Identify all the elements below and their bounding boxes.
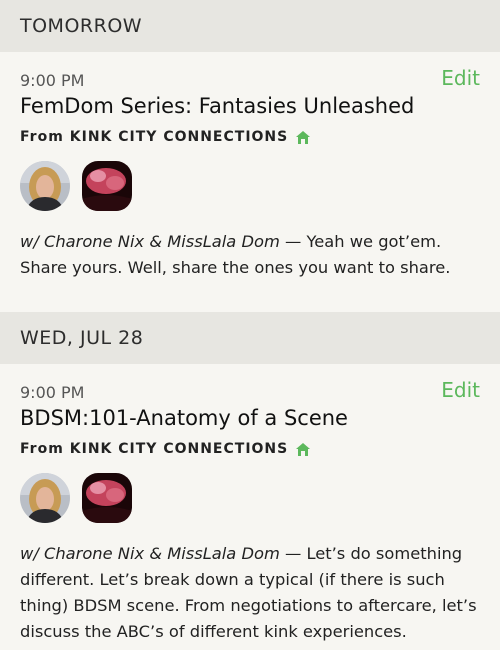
event-card[interactable]: 9:00 PM Edit FemDom Series: Fantasies Un… [0,52,500,312]
house-icon [296,442,311,456]
event-title[interactable]: FemDom Series: Fantasies Unleashed [20,94,480,118]
section-header-date: WED, JUL 28 [0,312,500,364]
event-hosts: w/ Charone Nix & MissLala Dom [20,232,280,251]
event-description: w/ Charone Nix & MissLala Dom — Yeah we … [20,229,480,281]
edit-button[interactable]: Edit [441,66,480,90]
event-organizer[interactable]: From KINK CITY CONNECTIONS [20,129,480,145]
event-hosts: w/ Charone Nix & MissLala Dom [20,544,280,563]
event-card[interactable]: 9:00 PM Edit BDSM:101-Anatomy of a Scene… [0,364,500,645]
section-header-tomorrow: TOMORROW [0,0,500,52]
organizer-name[interactable]: KINK CITY CONNECTIONS [70,441,288,457]
event-time: 9:00 PM [20,383,85,402]
avatar-charone-nix[interactable] [20,473,70,523]
from-label: From [20,441,64,457]
avatar-charone-nix[interactable] [20,161,70,211]
event-title[interactable]: BDSM:101-Anatomy of a Scene [20,406,480,430]
organizer-name[interactable]: KINK CITY CONNECTIONS [70,129,288,145]
from-label: From [20,129,64,145]
avatar-misslala-dom[interactable] [82,473,132,523]
event-time: 9:00 PM [20,71,85,90]
avatar-misslala-dom[interactable] [82,161,132,211]
house-icon [296,130,311,144]
edit-button[interactable]: Edit [441,378,480,402]
event-description: w/ Charone Nix & MissLala Dom — Let’s do… [20,541,480,645]
event-organizer[interactable]: From KINK CITY CONNECTIONS [20,441,480,457]
